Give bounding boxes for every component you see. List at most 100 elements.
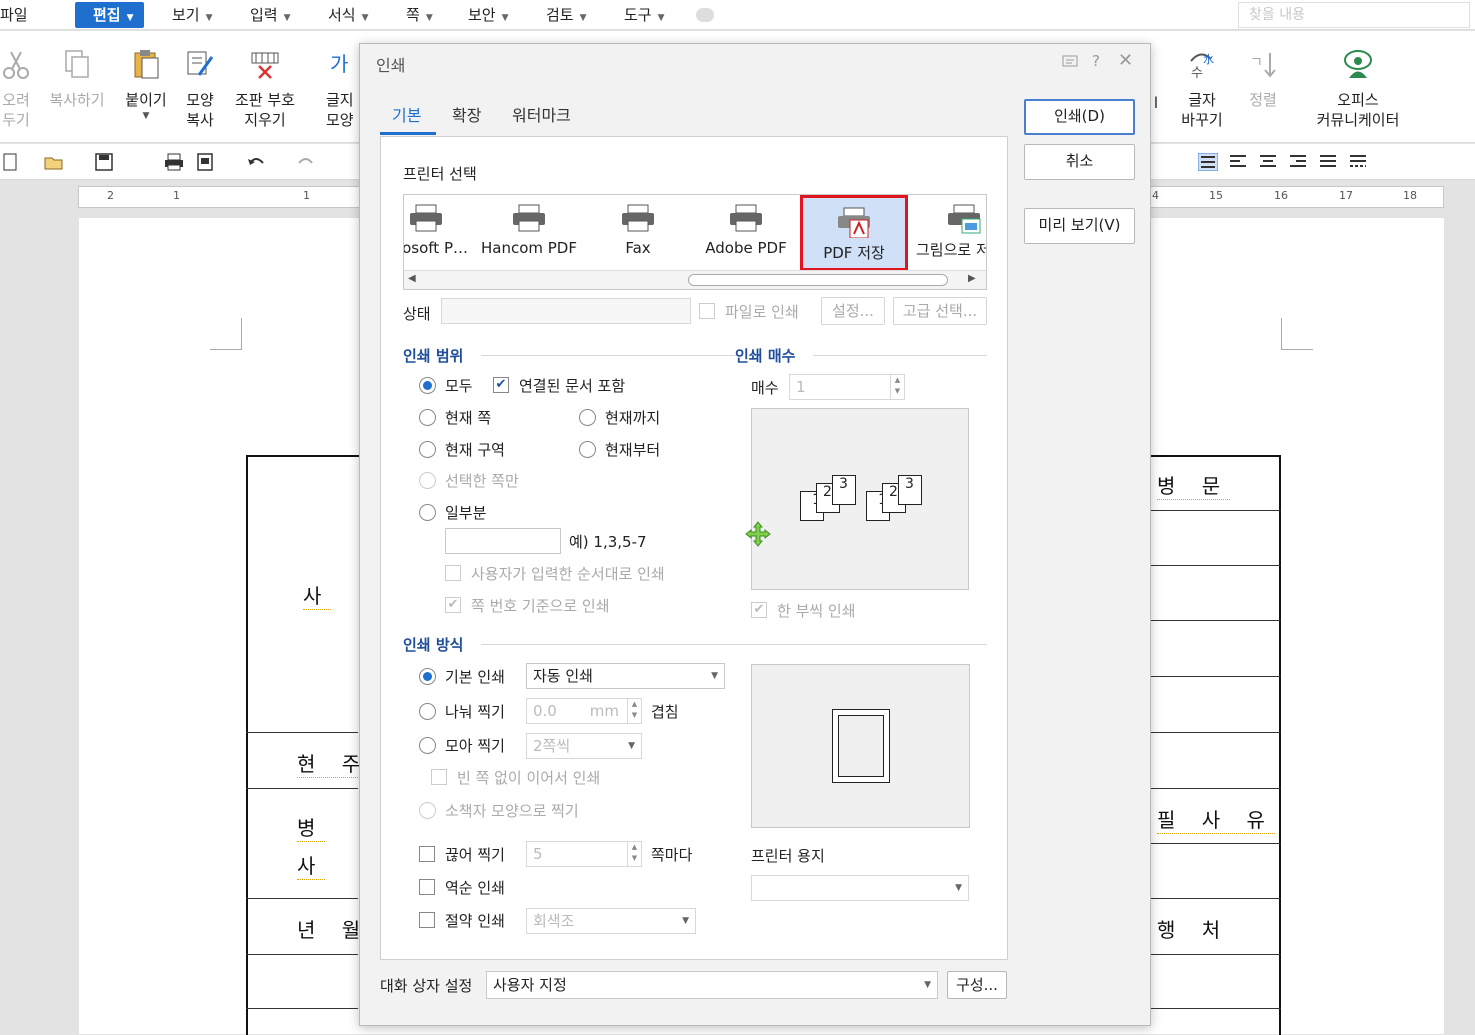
- close-icon[interactable]: ✕: [1118, 50, 1133, 71]
- range-from-current-radio[interactable]: [579, 441, 596, 458]
- print-icon[interactable]: [164, 153, 184, 171]
- change-char-button[interactable]: 水수 글자 바꾸기: [1172, 49, 1232, 130]
- sort-button[interactable]: ㄱ 정렬: [1240, 49, 1286, 110]
- comment-icon[interactable]: [1062, 54, 1078, 70]
- menu-page[interactable]: 쪽 ▼: [406, 0, 433, 30]
- printer-item[interactable]: Adobe PDF: [692, 203, 800, 257]
- scroll-right-icon[interactable]: ▶: [968, 273, 976, 284]
- advanced-button[interactable]: 고급 선택...: [893, 297, 987, 325]
- divide-icon[interactable]: [1348, 153, 1368, 171]
- scroll-thumb[interactable]: [688, 274, 948, 286]
- split-print-input[interactable]: 0.0 mm ▲ ▼: [526, 698, 642, 724]
- cut-print-input[interactable]: 5 ▲ ▼: [526, 841, 642, 867]
- tab-basic[interactable]: 기본: [392, 102, 421, 126]
- menu-insert[interactable]: 입력 ▼: [250, 0, 291, 30]
- range-section-title: 인쇄 범위: [403, 347, 464, 365]
- preview-button[interactable]: 미리 보기(V): [1024, 208, 1135, 244]
- printer-list[interactable]: osoft P… Hancom PDF Fax Adobe PDF PDF 저장…: [403, 194, 987, 290]
- char-shape-button[interactable]: 가 글지 모양: [326, 49, 360, 130]
- printer-item-selected[interactable]: PDF 저장: [800, 195, 908, 271]
- user-order-checkbox[interactable]: [445, 565, 461, 581]
- puzzle-icon[interactable]: [696, 8, 714, 22]
- status-field: [441, 298, 691, 324]
- undo-icon[interactable]: [246, 153, 266, 171]
- preview-icon[interactable]: [196, 153, 216, 171]
- reverse-print-checkbox[interactable]: [419, 879, 435, 895]
- basic-panel: 프린터 선택 osoft P… Hancom PDF Fax Adobe PDF…: [380, 136, 1008, 960]
- redo-icon[interactable]: [296, 153, 316, 171]
- basic-print-select[interactable]: 자동 인쇄 ▼: [526, 663, 725, 689]
- spinner-icon[interactable]: ▲ ▼: [627, 842, 641, 866]
- align-right-icon[interactable]: [1288, 153, 1308, 171]
- save-print-checkbox[interactable]: [419, 912, 435, 928]
- change-char-label: 글자 바꾸기: [1181, 91, 1223, 129]
- printer-scrollbar[interactable]: ◀ ▶: [404, 270, 986, 289]
- collate-checkbox[interactable]: ✔: [751, 602, 767, 618]
- tab-extended[interactable]: 확장: [452, 102, 481, 126]
- tab-watermark[interactable]: 워터마크: [512, 102, 571, 126]
- range-current-page-radio[interactable]: [419, 409, 436, 426]
- booklet-radio[interactable]: [419, 802, 436, 819]
- range-to-current-radio[interactable]: [579, 409, 596, 426]
- paper-select[interactable]: ▼: [751, 875, 969, 901]
- table-line: [246, 898, 358, 899]
- range-partial-radio[interactable]: [419, 504, 436, 521]
- range-partial-input[interactable]: [445, 528, 561, 554]
- printer-item[interactable]: 그림으로 저: [908, 203, 986, 260]
- menu-review[interactable]: 검토 ▼: [546, 0, 587, 30]
- configure-button[interactable]: 구성...: [947, 971, 1007, 999]
- printer-item[interactable]: osoft P…: [404, 203, 480, 257]
- search-input[interactable]: 찾을 내용: [1238, 2, 1470, 28]
- paste-button[interactable]: 붙이기 ▼: [120, 49, 172, 122]
- cut-button[interactable]: 오려 두기: [0, 49, 32, 130]
- no-blank-checkbox[interactable]: [431, 769, 447, 785]
- open-folder-icon[interactable]: [44, 153, 64, 171]
- office-communicator-button[interactable]: 오피스 커뮤니케이터: [1306, 49, 1410, 130]
- menu-format[interactable]: 서식 ▼: [328, 0, 369, 30]
- preview-sheet-num: 2: [823, 484, 832, 500]
- range-all-radio[interactable]: [419, 377, 436, 394]
- linked-docs-checkbox[interactable]: ✔: [493, 377, 509, 393]
- menu-file[interactable]: 파일: [0, 0, 28, 30]
- distribute-icon[interactable]: [1318, 153, 1338, 171]
- spinner-icon[interactable]: ▲ ▼: [890, 375, 904, 399]
- clipboard-icon: [134, 50, 159, 79]
- paste-label: 붙이기: [125, 91, 167, 109]
- save-icon[interactable]: [94, 153, 114, 171]
- menu-tools[interactable]: 도구 ▼: [624, 0, 665, 30]
- erase-codes-button[interactable]: 조판 부호 지우기: [230, 49, 300, 130]
- split-unit: mm: [589, 702, 619, 720]
- menu-view[interactable]: 보기 ▼: [172, 0, 213, 30]
- print-to-file-checkbox[interactable]: [699, 303, 715, 319]
- table-cell-text: 행 처: [1157, 918, 1231, 942]
- basic-print-radio[interactable]: [419, 668, 436, 685]
- copy-button[interactable]: 복사하기: [44, 49, 110, 110]
- menu-edit[interactable]: 편집 ▼: [75, 2, 144, 28]
- align-justify-icon[interactable]: [1198, 153, 1218, 171]
- settings-button[interactable]: 설정...: [821, 297, 885, 325]
- cancel-button[interactable]: 취소: [1024, 144, 1135, 180]
- format-copy-button[interactable]: 모양 복사: [180, 49, 220, 130]
- cut-print-checkbox[interactable]: [419, 846, 435, 862]
- new-document-icon[interactable]: [2, 153, 22, 171]
- align-center-icon[interactable]: [1258, 153, 1278, 171]
- gather-print-radio[interactable]: [419, 737, 436, 754]
- menu-security[interactable]: 보안 ▼: [468, 0, 509, 30]
- dialog-setting-select[interactable]: 사용자 지정 ▼: [486, 971, 938, 999]
- print-button[interactable]: 인쇄(D): [1024, 99, 1135, 135]
- printer-icon: [622, 204, 654, 232]
- scroll-left-icon[interactable]: ◀: [408, 273, 416, 284]
- page-number-basis-checkbox[interactable]: ✔: [445, 597, 461, 613]
- copies-input[interactable]: 1 ▲ ▼: [789, 374, 905, 400]
- help-icon[interactable]: ?: [1092, 52, 1100, 70]
- printer-item[interactable]: Fax: [584, 203, 692, 257]
- split-print-radio[interactable]: [419, 703, 436, 720]
- range-current-section-radio[interactable]: [419, 441, 436, 458]
- align-left-icon[interactable]: [1228, 153, 1248, 171]
- gather-print-select[interactable]: 2쪽씩 ▼: [526, 733, 642, 759]
- dialog-titlebar[interactable]: 인쇄 ? ✕: [360, 44, 1150, 80]
- spinner-icon[interactable]: ▲ ▼: [627, 699, 641, 723]
- range-selected-radio[interactable]: [419, 472, 436, 489]
- save-print-select[interactable]: 회색조 ▼: [526, 908, 696, 934]
- printer-item[interactable]: Hancom PDF: [475, 203, 583, 257]
